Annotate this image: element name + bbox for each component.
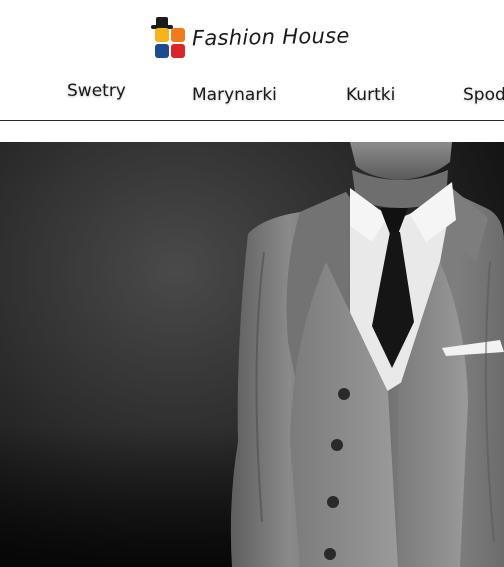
hero-banner[interactable] — [0, 142, 504, 567]
main-navigation: e Swetry Marynarki Kurtki Spod — [0, 76, 504, 121]
fashion-house-logo-icon — [150, 16, 186, 58]
nav-item-kurtki[interactable]: Kurtki — [346, 85, 395, 105]
nav-item-swetry[interactable]: Swetry — [67, 81, 126, 101]
brand-logo[interactable]: Fashion House — [150, 16, 350, 58]
brand-name: Fashion House — [191, 23, 350, 51]
nav-item-spodnie-partial[interactable]: Spod — [463, 85, 504, 105]
page: Fashion House e Swetry Marynarki Kurtki … — [0, 0, 504, 567]
nav-item-marynarki[interactable]: Marynarki — [192, 85, 277, 105]
hero-suit-illustration — [230, 142, 504, 567]
